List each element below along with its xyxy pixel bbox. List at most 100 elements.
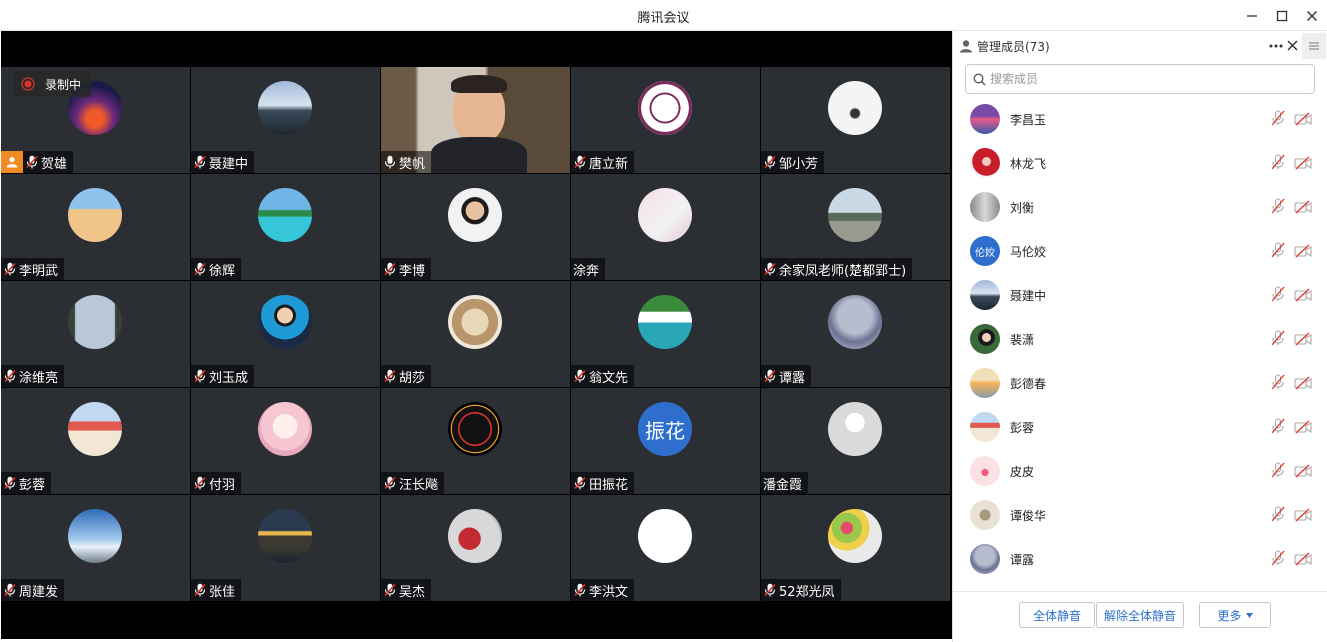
video-tile[interactable]: 52郑光凤: [761, 495, 950, 601]
mic-muted-icon: [1, 579, 19, 601]
panel-menu-button[interactable]: [1302, 33, 1326, 59]
member-avatar: [970, 104, 1000, 134]
mic-muted-icon: [26, 155, 38, 169]
member-mic-muted-icon[interactable]: [1270, 550, 1286, 570]
video-tile[interactable]: 涂维亮: [1, 281, 190, 387]
participant-avatar: [68, 402, 122, 456]
member-camera-off-icon[interactable]: [1294, 375, 1312, 394]
member-row[interactable]: 刘衡: [953, 185, 1327, 229]
mic-muted-icon: [574, 476, 586, 490]
member-row[interactable]: 彭蓉: [953, 405, 1327, 449]
video-tile[interactable]: 张佳: [191, 495, 380, 601]
participant-name-bar: 涂维亮: [1, 365, 65, 387]
member-row[interactable]: 林龙飞: [953, 141, 1327, 185]
mic-muted-icon: [191, 258, 209, 280]
member-name: 林龙飞: [1010, 157, 1047, 171]
video-tile[interactable]: 邹小芳: [761, 67, 950, 173]
member-camera-off-icon[interactable]: [1294, 111, 1312, 130]
member-mic-muted-icon[interactable]: [1270, 110, 1286, 130]
video-tile[interactable]: 徐辉: [191, 174, 380, 280]
mic-muted-icon: [381, 579, 399, 601]
member-mic-muted-icon[interactable]: [1270, 374, 1286, 394]
more-button[interactable]: 更多: [1199, 602, 1271, 628]
member-camera-off-icon[interactable]: [1294, 463, 1312, 482]
video-tile[interactable]: 聂建中: [191, 67, 380, 173]
maximize-button[interactable]: [1270, 4, 1294, 28]
video-tile[interactable]: 李明武: [1, 174, 190, 280]
video-tile[interactable]: 刘玉成: [191, 281, 380, 387]
video-tile[interactable]: 翁文先: [571, 281, 760, 387]
mute-all-button[interactable]: 全体静音: [1019, 602, 1095, 628]
member-row[interactable]: 裴潇: [953, 317, 1327, 361]
member-row[interactable]: 皮皮: [953, 449, 1327, 493]
member-row[interactable]: 谭俊华: [953, 493, 1327, 537]
video-tile[interactable]: 樊帆: [381, 67, 570, 173]
member-mic-muted-icon[interactable]: [1270, 198, 1286, 218]
member-camera-off-icon[interactable]: [1294, 243, 1312, 262]
participant-avatar: [258, 81, 312, 135]
member-search-box[interactable]: [965, 64, 1315, 94]
member-camera-off-icon[interactable]: [1294, 199, 1312, 218]
member-camera-off-icon[interactable]: [1294, 419, 1312, 438]
member-camera-off-icon[interactable]: [1294, 331, 1312, 350]
video-tile[interactable]: 潘金霞: [761, 388, 950, 494]
video-tile[interactable]: 李洪文: [571, 495, 760, 601]
video-tile[interactable]: 周建发: [1, 495, 190, 601]
member-mic-muted-icon[interactable]: [1270, 418, 1286, 438]
member-mic-muted-icon[interactable]: [1270, 154, 1286, 174]
host-badge: [1, 151, 23, 173]
video-tile[interactable]: 唐立新: [571, 67, 760, 173]
member-row[interactable]: 伦姣 马伦姣: [953, 229, 1327, 273]
video-tile[interactable]: 付羽: [191, 388, 380, 494]
member-camera-off-icon[interactable]: [1294, 155, 1312, 174]
mic-muted-icon: [384, 583, 396, 597]
video-tile[interactable]: 胡莎: [381, 281, 570, 387]
member-mic-muted-icon[interactable]: [1270, 286, 1286, 306]
video-tile[interactable]: 汪长飚: [381, 388, 570, 494]
participant-name: 翁文先: [589, 370, 629, 386]
video-tile[interactable]: 李博: [381, 174, 570, 280]
search-input[interactable]: [990, 69, 1306, 89]
minimize-icon: [1247, 15, 1257, 17]
unmute-all-button[interactable]: 解除全体静音: [1096, 602, 1184, 628]
member-mic-muted-icon[interactable]: [1270, 462, 1286, 482]
mic-muted-icon: [764, 155, 776, 169]
member-avatar: [970, 368, 1000, 398]
video-tile[interactable]: 彭蓉: [1, 388, 190, 494]
member-name: 皮皮: [1010, 465, 1035, 479]
mic-muted-icon: [761, 365, 779, 387]
recording-indicator[interactable]: 录制中: [13, 71, 92, 97]
member-avatar: [970, 412, 1000, 442]
member-row[interactable]: 聂建中: [953, 273, 1327, 317]
participant-avatar: [68, 188, 122, 242]
close-button[interactable]: [1300, 4, 1324, 28]
video-tile[interactable]: 吴杰: [381, 495, 570, 601]
member-camera-off-icon[interactable]: [1294, 551, 1312, 570]
participant-avatar: [828, 509, 882, 563]
more-options-icon[interactable]: [1269, 44, 1283, 48]
participant-name: 52郑光凤: [779, 584, 835, 600]
member-mic-muted-icon[interactable]: [1270, 330, 1286, 350]
video-tile[interactable]: 谭露: [761, 281, 950, 387]
member-mic-muted-icon[interactable]: [1270, 506, 1286, 526]
mic-muted-icon: [574, 369, 586, 383]
member-row[interactable]: 谭露: [953, 537, 1327, 581]
member-row[interactable]: 李昌玉: [953, 101, 1327, 141]
video-tile[interactable]: 振花 田振花: [571, 388, 760, 494]
member-camera-off-icon[interactable]: [1294, 287, 1312, 306]
participant-avatar: [828, 188, 882, 242]
panel-close-icon[interactable]: [1287, 40, 1298, 51]
video-tile[interactable]: 涂奔: [571, 174, 760, 280]
member-mic-muted-icon[interactable]: [1270, 242, 1286, 262]
minimize-button[interactable]: [1240, 4, 1264, 28]
mic-muted-icon: [574, 155, 586, 169]
participant-name: 涂奔: [573, 263, 600, 279]
participant-name-bar: 唐立新: [571, 151, 635, 173]
participant-name: 涂维亮: [19, 370, 59, 386]
mic-muted-icon: [194, 476, 206, 490]
participant-name-bar: 徐辉: [191, 258, 242, 280]
member-row[interactable]: 彭德春: [953, 361, 1327, 405]
video-tile[interactable]: 余家凤老师(楚都郢士): [761, 174, 950, 280]
participant-avatar: [638, 295, 692, 349]
member-camera-off-icon[interactable]: [1294, 507, 1312, 526]
